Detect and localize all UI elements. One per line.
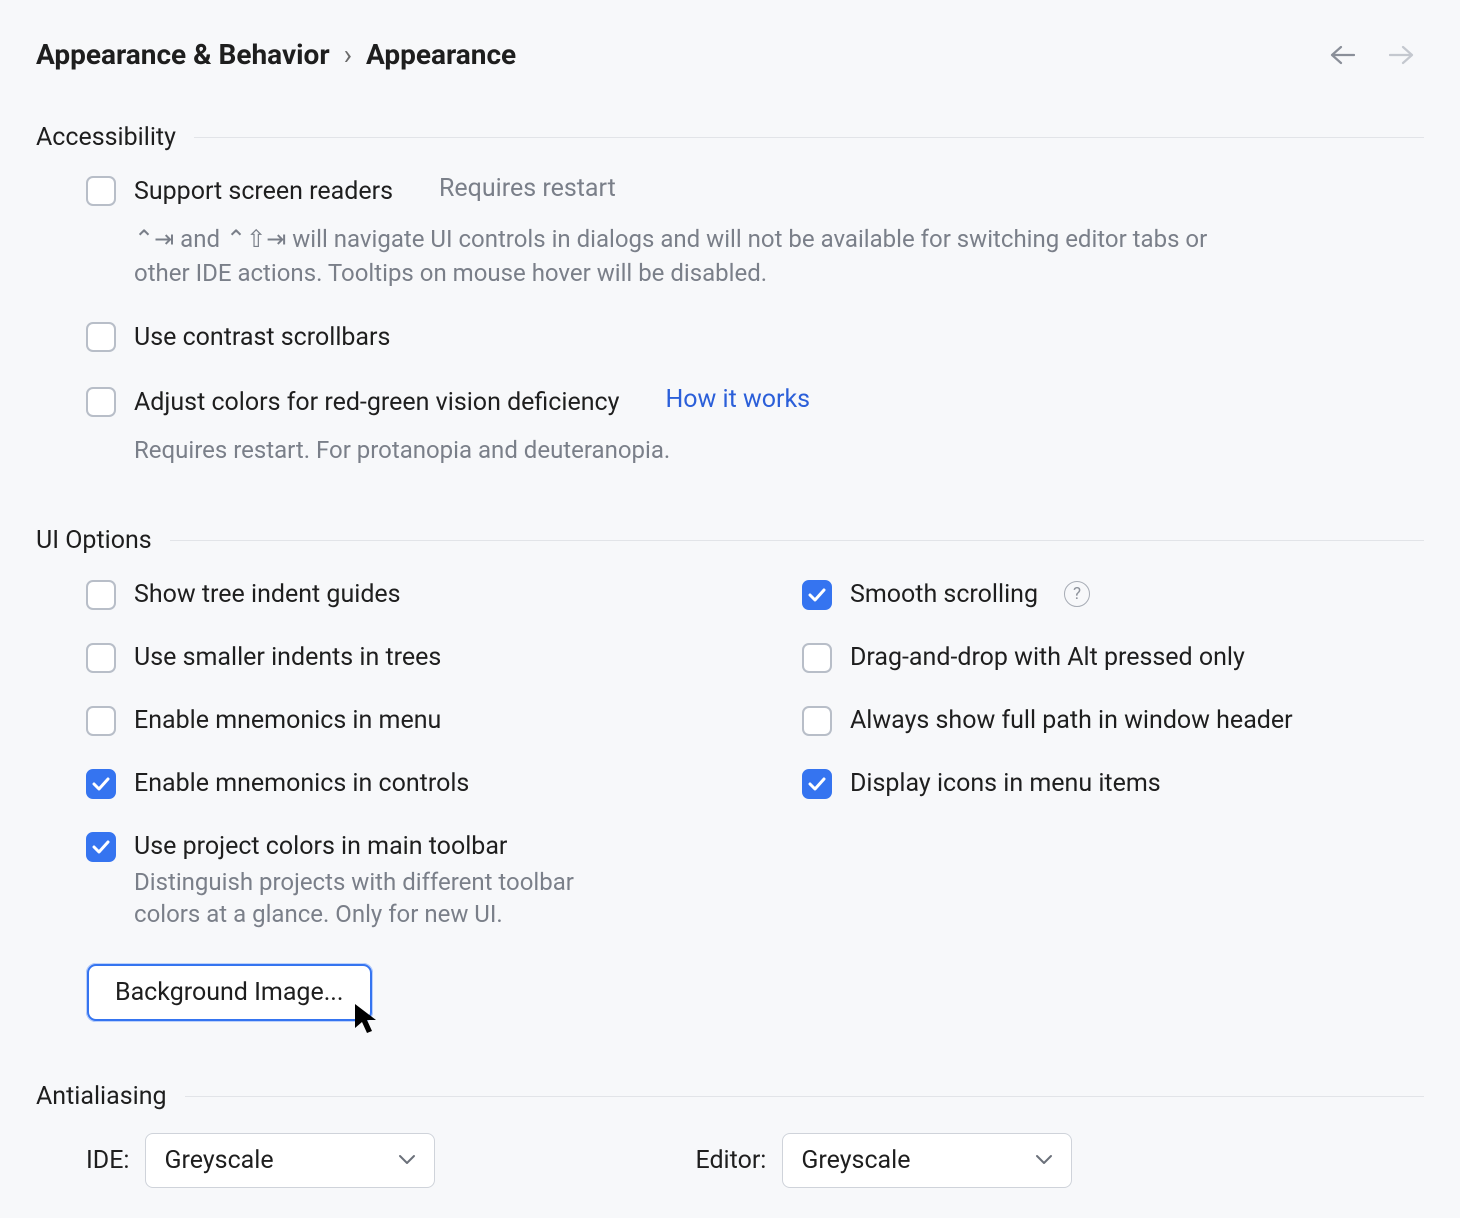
forward-icon[interactable] [1388,41,1416,69]
divider [185,1096,1424,1097]
checkbox-icons-menu[interactable] [802,769,832,799]
checkbox-contrast-scrollbars[interactable] [86,322,116,352]
breadcrumb-page: Appearance [366,38,516,71]
checkbox-mnemonics-controls[interactable] [86,769,116,799]
checkbox-mnemonics-menu[interactable] [86,706,116,736]
page-header: Appearance & Behavior › Appearance [36,38,1424,71]
checkbox-color-deficiency[interactable] [86,387,116,417]
info-icon[interactable]: ? [1064,581,1090,607]
hint-requires-restart: Requires restart [439,174,616,203]
checkbox-smooth-scrolling[interactable] [802,580,832,610]
section-title-accessibility: Accessibility [36,123,176,152]
select-ide-aa[interactable]: Greyscale [145,1133,435,1188]
label-color-deficiency: Adjust colors for red-green vision defic… [134,385,619,420]
label-smooth-scrolling: Smooth scrolling [850,577,1038,612]
desc-project-colors: Distinguish projects with different tool… [134,866,614,931]
label-screen-readers: Support screen readers [134,174,393,209]
select-ide-aa-value: Greyscale [164,1146,273,1175]
checkbox-smaller-indents[interactable] [86,643,116,673]
link-how-it-works[interactable]: How it works [665,385,810,414]
label-full-path-header: Always show full path in window header [850,703,1293,738]
section-title-antialiasing: Antialiasing [36,1082,167,1111]
label-ide-aa: IDE: [86,1146,129,1175]
checkbox-full-path-header[interactable] [802,706,832,736]
section-ui-options-header: UI Options [36,526,1424,555]
checkbox-tree-indent-guides[interactable] [86,580,116,610]
label-editor-aa: Editor: [695,1146,766,1175]
label-contrast-scrollbars: Use contrast scrollbars [134,320,390,355]
checkbox-project-colors[interactable] [86,832,116,862]
desc-screen-readers: ⌃⇥ and ⌃⇧⇥ will navigate UI controls in … [134,223,1234,290]
checkbox-dnd-alt[interactable] [802,643,832,673]
select-editor-aa[interactable]: Greyscale [782,1133,1072,1188]
label-project-colors: Use project colors in main toolbar [134,829,507,864]
back-icon[interactable] [1328,41,1356,69]
label-icons-menu: Display icons in menu items [850,766,1161,801]
nav-arrows [1328,41,1424,69]
breadcrumb-group: Appearance & Behavior [36,38,330,71]
checkbox-screen-readers[interactable] [86,176,116,206]
desc-color-deficiency: Requires restart. For protanopia and deu… [134,434,1234,468]
label-smaller-indents: Use smaller indents in trees [134,640,441,675]
chevron-down-icon [1035,1154,1053,1166]
divider [170,540,1424,541]
section-antialiasing-header: Antialiasing [36,1082,1424,1111]
breadcrumb: Appearance & Behavior › Appearance [36,38,516,71]
label-mnemonics-controls: Enable mnemonics in controls [134,766,469,801]
chevron-down-icon [398,1154,416,1166]
select-editor-aa-value: Greyscale [801,1146,910,1175]
label-mnemonics-menu: Enable mnemonics in menu [134,703,441,738]
breadcrumb-separator: › [344,38,352,71]
section-accessibility-header: Accessibility [36,123,1424,152]
section-title-ui-options: UI Options [36,526,152,555]
background-image-button[interactable]: Background Image... [86,963,373,1022]
divider [194,137,1424,138]
label-tree-indent-guides: Show tree indent guides [134,577,401,612]
label-dnd-alt: Drag-and-drop with Alt pressed only [850,640,1245,675]
